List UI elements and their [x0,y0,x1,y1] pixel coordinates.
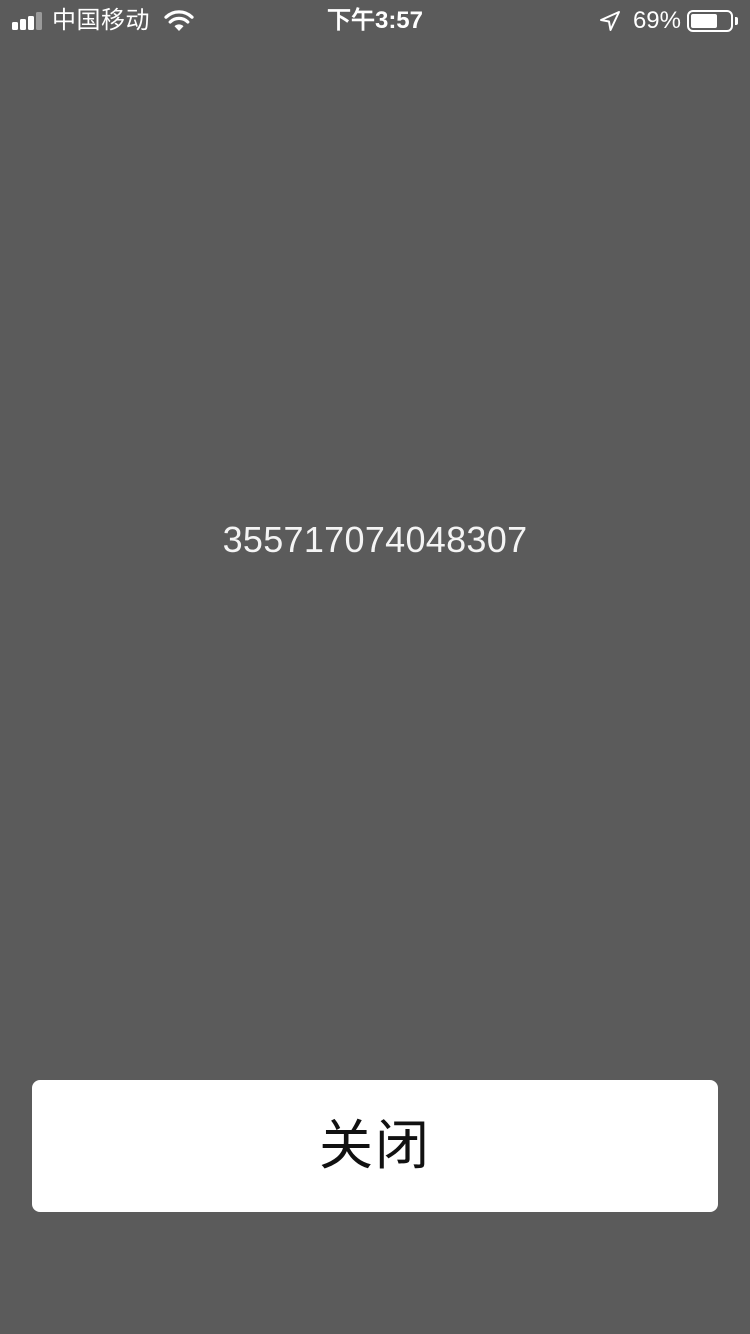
battery-percentage: 69% [632,7,681,34]
battery-tip [735,17,738,25]
battery-icon [687,10,733,32]
close-button[interactable]: 关闭 [32,1080,718,1212]
battery-fill [691,14,717,28]
status-right: 69% [599,6,738,36]
location-arrow-icon [599,11,620,31]
status-bar: 中国移动 下午3:57 69% [0,0,750,40]
device-id-text: 355717074048307 [222,519,528,560]
